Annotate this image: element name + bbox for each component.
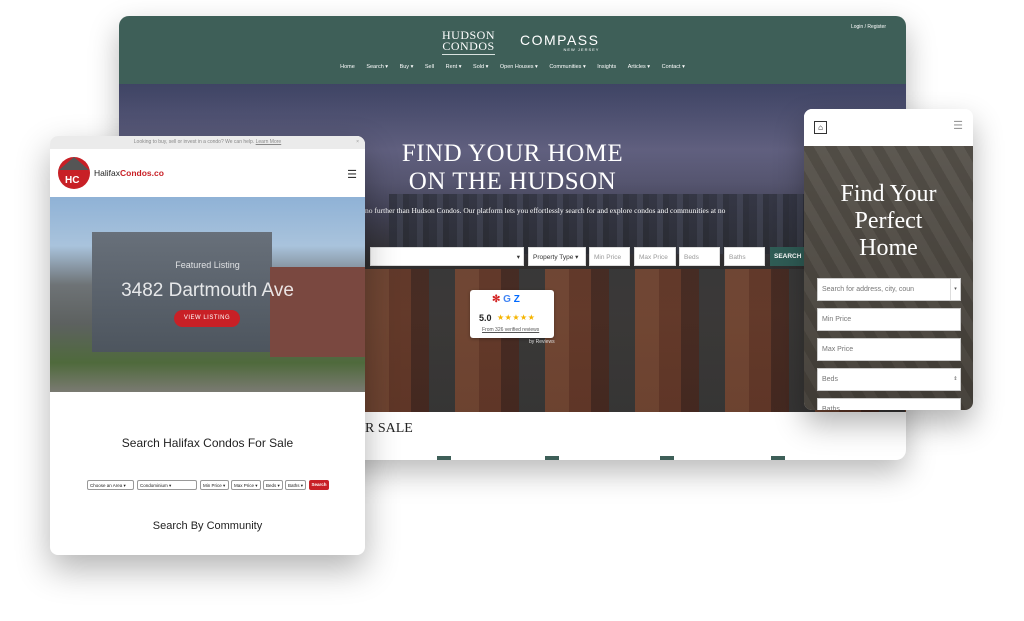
rating-stars: ★★★★★ — [497, 313, 536, 322]
chevron-down-icon: ▾ — [950, 279, 960, 300]
close-icon[interactable]: × — [356, 136, 359, 149]
listing-count-badge — [437, 456, 451, 460]
brand-part1: Halifax — [94, 168, 120, 178]
site-header: HUDSON CONDOS COMPASS NEW JERSEY Login /… — [119, 16, 906, 84]
max-price-input[interactable]: Max Price — [817, 338, 961, 361]
beds-select[interactable]: Beds ▾ — [263, 480, 283, 490]
hero-heading-line1: FIND YOUR HOME — [401, 140, 624, 167]
roof-icon — [59, 157, 89, 170]
rating-value: 5.0 — [479, 313, 492, 323]
mobile-header: ⌂ ☰ — [804, 109, 973, 146]
baths-input[interactable]: Baths — [724, 247, 765, 266]
nav-open-houses[interactable]: Open Houses ▾ — [500, 64, 538, 70]
min-price-select[interactable]: Min Price ▾ — [200, 480, 229, 490]
nav-home[interactable]: Home — [340, 64, 355, 70]
reviews-badge[interactable]: ✻ G Z 5.0 ★★★★★ From 326 verified review… — [470, 290, 554, 338]
search-button[interactable]: Search — [309, 480, 329, 490]
listing-address: 3482 Dartmouth Ave — [121, 280, 294, 301]
beds-input[interactable]: Beds — [679, 247, 720, 266]
mobile-screenshot: ⌂ ☰ Find Your Perfect Home Search for ad… — [804, 109, 973, 410]
nav-sell[interactable]: Sell — [425, 64, 434, 70]
stepper-icon[interactable]: ⇕ — [951, 369, 960, 390]
baths-input[interactable]: Baths — [817, 398, 961, 410]
mobile-heading-line1: Find Your — [840, 181, 937, 207]
view-listing-button[interactable]: VIEW LISTING — [174, 310, 240, 327]
google-icon: G — [503, 294, 511, 305]
beds-label: Beds — [822, 376, 838, 383]
beds-input[interactable]: Beds ⇕ — [817, 368, 961, 391]
address-search-input[interactable]: Search for address, city, coun ▾ — [817, 278, 961, 301]
reviews-byline: by Reviews — [529, 339, 555, 345]
brand-part2: Condos — [119, 168, 152, 178]
nav-rent[interactable]: Rent ▾ — [446, 64, 462, 70]
hero-heading-line2: ON THE HUDSON — [408, 168, 617, 195]
search-placeholder: Search for address, city, coun — [822, 286, 915, 293]
search-section-title: Search Halifax Condos For Sale — [121, 436, 294, 450]
review-sites-icons: ✻ G Z — [492, 294, 520, 305]
announcement-text: Looking to buy, sell or invest in a cond… — [133, 139, 255, 145]
search-button[interactable]: SEARCH — [770, 247, 806, 266]
yelp-icon: ✻ — [492, 294, 501, 305]
min-price-input[interactable]: Min Price — [817, 308, 961, 331]
min-price-input[interactable]: Min Price — [589, 247, 630, 266]
nav-buy[interactable]: Buy ▾ — [400, 64, 414, 70]
compass-logo[interactable]: COMPASS NEW JERSEY — [520, 32, 599, 52]
logo-underline — [442, 54, 496, 55]
chevron-down-icon: ▾ — [516, 254, 520, 261]
hamburger-menu-icon[interactable]: ☰ — [347, 168, 357, 181]
mobile-heading-line3: Home — [859, 235, 918, 261]
logo-letters: HC — [65, 175, 80, 186]
logo-sub-text: CONDOS — [442, 39, 495, 53]
listing-count-badge — [545, 456, 559, 460]
featured-label: Featured Listing — [175, 260, 240, 270]
login-register-link[interactable]: Login / Register — [851, 24, 886, 30]
hudson-condos-logo[interactable]: HUDSON CONDOS — [442, 29, 496, 55]
nav-communities[interactable]: Communities ▾ — [549, 64, 585, 70]
property-type-select[interactable]: Property Type ▾ — [528, 247, 586, 266]
location-input[interactable]: ▾ — [370, 247, 524, 266]
mobile-heading-line2: Perfect — [854, 208, 923, 234]
brand-part3: .co — [151, 168, 164, 178]
nav-contact[interactable]: Contact ▾ — [662, 64, 685, 70]
nav-articles[interactable]: Articles ▾ — [628, 64, 650, 70]
featured-listing-image: Featured Listing 3482 Dartmouth Ave VIEW… — [50, 197, 365, 392]
max-price-select[interactable]: Max Price ▾ — [231, 480, 261, 490]
nav-insights[interactable]: Insights — [597, 64, 616, 70]
baths-select[interactable]: Baths ▾ — [285, 480, 306, 490]
learn-more-link[interactable]: Learn More — [256, 139, 282, 145]
hero-heading: FIND YOUR HOME ON THE HUDSON — [355, 140, 670, 196]
partner-logo-text: COMPASS — [520, 32, 600, 48]
type-select[interactable]: Condominium ▾ — [137, 480, 197, 490]
halifax-tablet-screenshot: Looking to buy, sell or invest in a cond… — [50, 136, 365, 555]
for-sale-heading: R SALE — [365, 421, 413, 436]
community-section-title: Search By Community — [152, 520, 263, 532]
main-nav: Home Search ▾ Buy ▾ Sell Rent ▾ Sold ▾ O… — [119, 64, 906, 70]
hamburger-menu-icon[interactable]: ☰ — [953, 119, 963, 132]
mobile-hero-heading: Find Your Perfect Home — [804, 181, 973, 262]
nav-sold[interactable]: Sold ▾ — [473, 64, 488, 70]
listing-count-badge — [660, 456, 674, 460]
home-icon[interactable]: ⌂ — [814, 121, 827, 134]
area-select[interactable]: Choose an Area ▾ — [87, 480, 134, 490]
max-price-input[interactable]: Max Price — [634, 247, 676, 266]
listing-count-badge — [771, 456, 785, 460]
reviews-count-link[interactable]: From 326 verified reviews — [482, 327, 539, 333]
brand-name[interactable]: HalifaxCondos.co — [94, 168, 164, 178]
zillow-icon: Z — [513, 294, 520, 305]
announcement-bar: Looking to buy, sell or invest in a cond… — [50, 136, 365, 149]
nav-search[interactable]: Search ▾ — [366, 64, 388, 70]
